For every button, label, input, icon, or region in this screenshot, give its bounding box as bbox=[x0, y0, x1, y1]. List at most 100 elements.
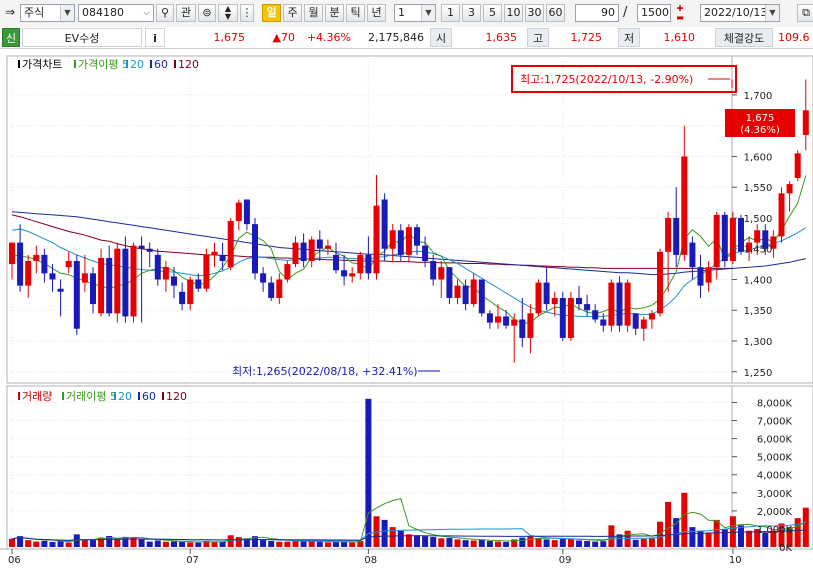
candle-body bbox=[33, 254, 40, 262]
candle-body bbox=[130, 245, 137, 317]
candle-body bbox=[503, 316, 510, 326]
candle-body bbox=[65, 261, 72, 268]
candle-body bbox=[162, 267, 169, 280]
volume-tick-label: 6,000K bbox=[757, 435, 793, 446]
candle-body bbox=[729, 217, 736, 262]
candle-body bbox=[324, 245, 331, 249]
candle-body bbox=[794, 153, 801, 178]
period-tab-0[interactable]: 일 bbox=[262, 4, 281, 22]
candle-body bbox=[697, 267, 704, 286]
candle-body bbox=[584, 304, 591, 311]
x-tick-label: 06 bbox=[8, 555, 21, 566]
volume-bar bbox=[527, 536, 534, 547]
current-price-label: 1,675 bbox=[746, 113, 775, 124]
volume-bar bbox=[146, 541, 153, 547]
volume-bar bbox=[41, 540, 48, 547]
volume-bar bbox=[154, 540, 161, 547]
quick-interval-30[interactable]: 30 bbox=[525, 4, 544, 22]
chevron-down-icon[interactable]: ▼ bbox=[60, 5, 74, 21]
updown-button[interactable]: ▲ ▼ bbox=[218, 4, 238, 22]
menu-arrow-icon[interactable]: ⇒ bbox=[2, 4, 20, 22]
candle-body bbox=[665, 217, 672, 252]
volume-bar bbox=[665, 501, 672, 547]
volume-legend-swatch bbox=[62, 392, 64, 400]
chevron-down-icon[interactable]: ⌵ bbox=[140, 5, 153, 21]
volume-bar bbox=[576, 540, 582, 547]
x-tick-label: 07 bbox=[186, 555, 199, 566]
volume-bar bbox=[276, 541, 283, 547]
candle-body bbox=[41, 254, 48, 274]
interval-select[interactable]: 1 ▼ bbox=[394, 4, 436, 22]
view-total-input[interactable]: 1500 bbox=[637, 4, 671, 22]
candle-body bbox=[778, 193, 785, 237]
quick-interval-60[interactable]: 60 bbox=[546, 4, 565, 22]
watchlist-button[interactable]: 관 bbox=[176, 4, 196, 22]
candle-body bbox=[57, 288, 64, 292]
price-panel-frame bbox=[6, 55, 733, 384]
candle-body bbox=[316, 239, 323, 249]
volume-bar bbox=[138, 539, 145, 547]
stock-name: EV수성 bbox=[22, 28, 142, 47]
search-button[interactable]: ⚲ bbox=[156, 4, 174, 22]
price-tick-label: 1,600 bbox=[744, 152, 773, 163]
volume-bar bbox=[65, 542, 72, 547]
high-label: 고 bbox=[527, 28, 549, 47]
quick-interval-3[interactable]: 3 bbox=[462, 4, 481, 22]
price-legend-label: 가격이평 5 bbox=[78, 58, 129, 71]
zoom-in-icon[interactable]: ✚ bbox=[677, 4, 684, 13]
candle-body bbox=[90, 273, 96, 305]
period-tab-2[interactable]: 월 bbox=[304, 4, 323, 22]
price-legend-label: 60 bbox=[154, 58, 168, 71]
chevron-down-icon[interactable]: ▼ bbox=[421, 5, 435, 21]
view-count-input[interactable]: 90 bbox=[575, 4, 619, 22]
quick-interval-5[interactable]: 5 bbox=[483, 4, 502, 22]
candle-body bbox=[721, 214, 728, 262]
slider-button[interactable]: ⋮ bbox=[240, 4, 254, 22]
volume-bar bbox=[349, 542, 356, 547]
price-tick-label: 1,550 bbox=[744, 183, 773, 194]
candle-body bbox=[268, 282, 275, 298]
quick-interval-1[interactable]: 1 bbox=[441, 4, 460, 22]
volume-bar bbox=[292, 540, 299, 547]
period-tab-1[interactable]: 주 bbox=[283, 4, 302, 22]
info-button[interactable]: i bbox=[145, 28, 165, 47]
price-legend-swatch bbox=[174, 60, 176, 68]
price-legend-swatch bbox=[18, 60, 20, 68]
period-tab-3[interactable]: 분 bbox=[325, 4, 344, 22]
scroll-button[interactable]: ⊜ bbox=[198, 4, 216, 22]
volume-bar bbox=[673, 518, 680, 547]
period-tab-4[interactable]: 틱 bbox=[346, 4, 365, 22]
volume-bar bbox=[171, 541, 177, 547]
candle-body bbox=[462, 285, 469, 305]
quick-interval-10[interactable]: 10 bbox=[504, 4, 523, 22]
calendar-dropdown-icon[interactable]: ▼ bbox=[765, 5, 779, 21]
candle-body bbox=[171, 276, 177, 286]
search-icon: ⚲ bbox=[160, 6, 170, 19]
volume-bar bbox=[300, 541, 307, 547]
volume-bar bbox=[438, 538, 445, 547]
copy-icon: ⧉ bbox=[802, 6, 810, 19]
copy-button[interactable]: ⧉ bbox=[797, 4, 813, 22]
date-input[interactable]: 2022/10/13 ▼ bbox=[700, 4, 780, 22]
candle-body bbox=[389, 230, 396, 249]
candle-body bbox=[754, 230, 761, 243]
slash-separator: / bbox=[623, 5, 628, 20]
candle-body bbox=[624, 282, 631, 326]
candle-body bbox=[106, 257, 113, 314]
volume-bar bbox=[187, 542, 194, 547]
volume-bar bbox=[9, 538, 15, 547]
stock-chart[interactable]: 1,7001,6501,6001,5501,5001,4501,4001,350… bbox=[0, 48, 813, 568]
candle-body bbox=[81, 273, 88, 283]
volume-bar bbox=[640, 538, 647, 547]
candle-body bbox=[495, 316, 501, 323]
x-tick-label: 08 bbox=[364, 555, 377, 566]
price-tick-label: 1,300 bbox=[744, 337, 773, 348]
candle-body bbox=[349, 273, 356, 277]
market-select[interactable]: 주식 ▼ bbox=[20, 4, 75, 22]
view-total-value: 1500 bbox=[641, 6, 669, 19]
stock-code-input[interactable]: 084180 ⌵ bbox=[78, 4, 154, 22]
zoom-out-icon[interactable]: ▬ bbox=[676, 13, 684, 22]
period-tab-5[interactable]: 년 bbox=[367, 4, 386, 22]
zoom-stepper[interactable]: ✚ ▬ bbox=[672, 4, 688, 22]
volume-bar bbox=[503, 541, 510, 547]
